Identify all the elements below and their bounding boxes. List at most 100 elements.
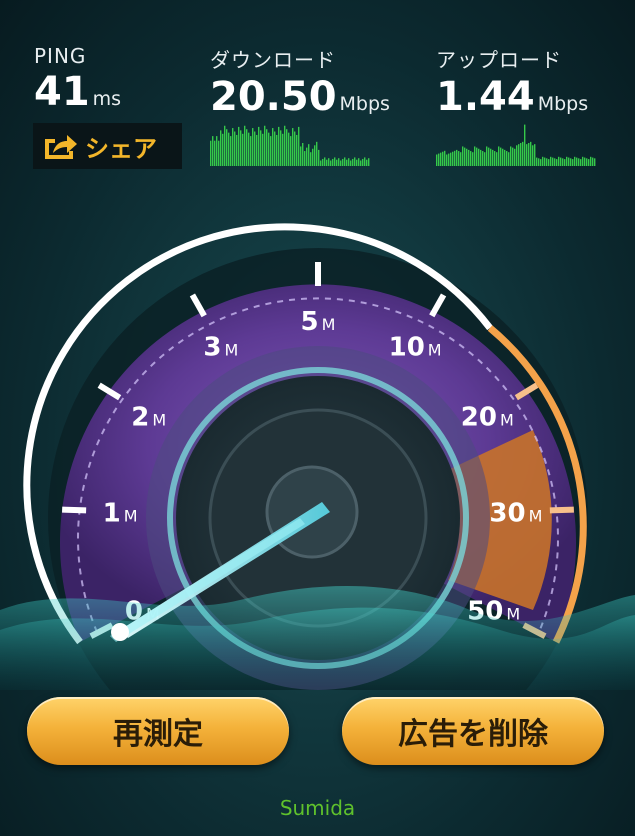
- graph-bar: [212, 136, 214, 166]
- graph-bar: [484, 152, 486, 166]
- graph-bar: [492, 149, 494, 166]
- graph-bar: [222, 133, 224, 166]
- graph-bar: [306, 147, 308, 166]
- graph-bar: [578, 158, 580, 166]
- graph-bar: [464, 147, 466, 166]
- graph-bar: [220, 130, 222, 166]
- graph-bar: [254, 131, 256, 166]
- graph-bar: [302, 143, 304, 166]
- graph-bar: [258, 126, 260, 166]
- graph-bar: [504, 149, 506, 166]
- graph-bar: [540, 159, 542, 166]
- graph-bar: [266, 129, 268, 166]
- graph-bar: [286, 129, 288, 166]
- graph-bar: [324, 157, 326, 166]
- graph-bar: [576, 157, 578, 166]
- graph-bar: [252, 128, 254, 166]
- graph-bar: [480, 149, 482, 166]
- graph-bar: [214, 140, 216, 166]
- graph-bar: [494, 151, 496, 166]
- graph-bar: [300, 146, 302, 166]
- graph-bar: [234, 131, 236, 166]
- graph-bar: [274, 131, 276, 166]
- graph-bar: [308, 144, 310, 166]
- graph-bar: [470, 151, 472, 166]
- graph-bar: [298, 126, 300, 166]
- graph-bar: [458, 151, 460, 166]
- graph-bar: [316, 141, 318, 166]
- ping-unit: ms: [92, 88, 122, 110]
- graph-bar: [342, 158, 344, 166]
- graph-bar: [568, 157, 570, 166]
- graph-bar: [282, 133, 284, 166]
- graph-bar: [556, 159, 558, 166]
- upload-graph: [436, 124, 596, 166]
- graph-bar: [288, 132, 290, 166]
- graph-bar: [264, 125, 266, 166]
- graph-bar: [566, 156, 568, 166]
- graph-bar: [312, 148, 314, 166]
- graph-bar: [548, 159, 550, 166]
- graph-bar: [502, 148, 504, 166]
- graph-bar: [248, 132, 250, 166]
- retest-button[interactable]: 再測定: [27, 697, 289, 765]
- graph-bar: [268, 132, 270, 166]
- graph-bar: [472, 152, 474, 166]
- graph-bar: [250, 136, 252, 166]
- graph-bar: [244, 125, 246, 166]
- graph-bar: [346, 159, 348, 166]
- graph-bar: [246, 129, 248, 166]
- ping-value: 41 ms: [34, 69, 122, 115]
- graph-bar: [330, 160, 332, 166]
- graph-bar: [358, 158, 360, 166]
- upload-unit: Mbps: [537, 93, 589, 115]
- graph-bar: [310, 152, 312, 166]
- graph-bar: [594, 158, 596, 166]
- graph-bar: [592, 157, 594, 166]
- graph-bar: [216, 136, 218, 166]
- graph-bar: [436, 154, 438, 166]
- graph-bar: [588, 159, 590, 166]
- graph-bar: [530, 141, 532, 166]
- remove-ads-button[interactable]: 広告を削除: [342, 697, 604, 765]
- graph-bar: [500, 147, 502, 166]
- graph-bar: [554, 158, 556, 166]
- graph-bar: [532, 145, 534, 166]
- graph-bar: [218, 140, 220, 166]
- graph-bar: [272, 128, 274, 166]
- graph-bar: [524, 124, 526, 166]
- upload-stat: アップロード 1.44 Mbps: [436, 44, 588, 117]
- graph-bar: [438, 153, 440, 166]
- graph-bar: [232, 128, 234, 166]
- graph-bar: [340, 160, 342, 166]
- graph-bar: [450, 152, 452, 166]
- graph-bar: [320, 160, 322, 166]
- share-button[interactable]: シェア: [33, 123, 182, 169]
- graph-bar: [368, 158, 370, 166]
- graph-bar: [446, 154, 448, 166]
- graph-bar: [242, 133, 244, 166]
- graph-bar: [558, 156, 560, 166]
- graph-bar: [542, 156, 544, 166]
- graph-bar: [280, 130, 282, 166]
- graph-bar: [226, 129, 228, 166]
- graph-bar: [348, 158, 350, 166]
- graph-bar: [582, 156, 584, 166]
- graph-bar: [322, 158, 324, 166]
- graph-bar: [572, 159, 574, 166]
- graph-bar: [448, 153, 450, 166]
- graph-bar: [474, 146, 476, 166]
- graph-bar: [534, 144, 536, 166]
- graph-bar: [260, 130, 262, 166]
- graph-bar: [564, 159, 566, 166]
- server-name: Sumida: [279, 796, 356, 820]
- graph-bar: [586, 158, 588, 166]
- graph-bar: [476, 147, 478, 166]
- graph-bar: [350, 160, 352, 166]
- graph-bar: [354, 157, 356, 166]
- graph-bar: [318, 149, 320, 166]
- graph-bar: [314, 145, 316, 166]
- graph-bar: [362, 158, 364, 166]
- graph-bar: [334, 157, 336, 166]
- gauge-tick: [549, 506, 574, 514]
